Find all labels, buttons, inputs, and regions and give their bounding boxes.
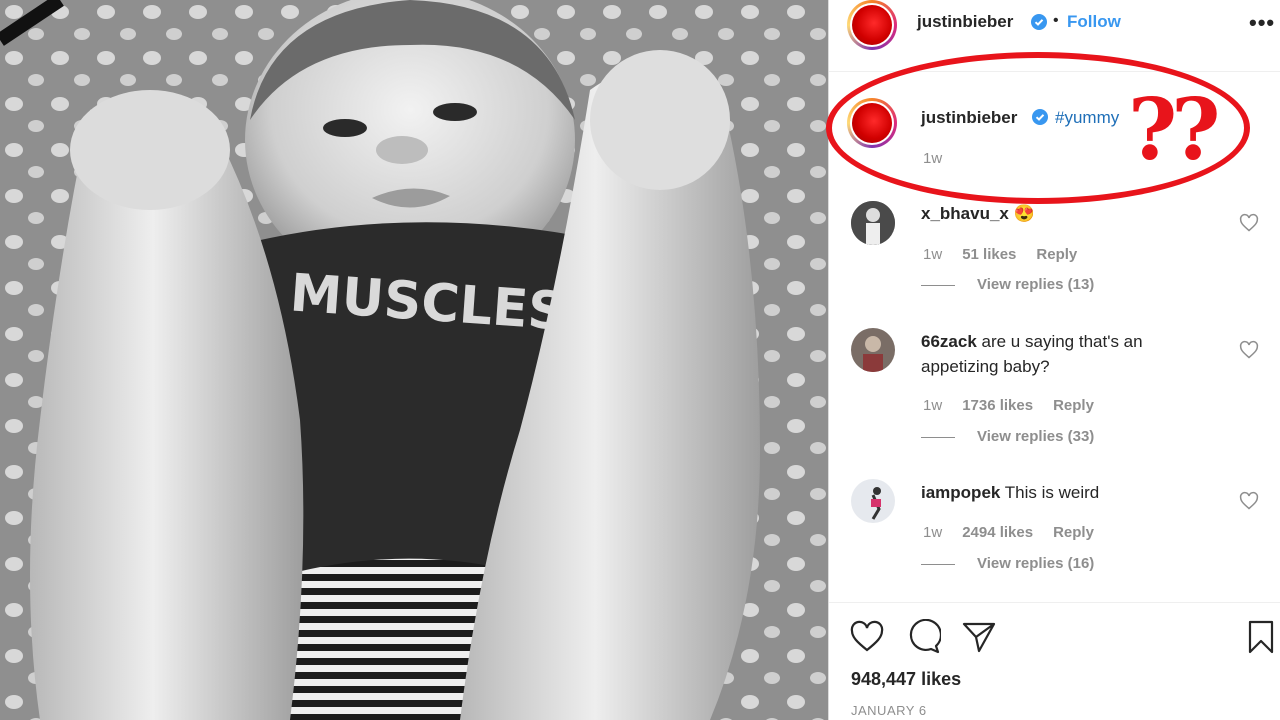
- post-header: justinbieber • Follow •••: [829, 0, 1280, 72]
- view-replies-button[interactable]: View replies (33): [921, 428, 1094, 445]
- view-replies-label: View replies (16): [977, 555, 1095, 572]
- comment-time: 1w: [923, 524, 943, 541]
- heart-icon[interactable]: [849, 619, 885, 655]
- baby-photo-illustration: MUSCLES: [0, 0, 828, 720]
- divider-line: [921, 284, 955, 286]
- reply-button[interactable]: Reply: [1036, 246, 1077, 263]
- share-icon[interactable]: [961, 619, 997, 655]
- reply-button[interactable]: Reply: [1053, 524, 1094, 541]
- commenter-avatar[interactable]: [851, 479, 895, 523]
- post-date: JANUARY 6: [851, 703, 927, 718]
- comment-time: 1w: [923, 246, 943, 263]
- more-icon[interactable]: •••: [1249, 10, 1275, 36]
- comment-meta: 1w 2494 likes Reply: [923, 524, 1094, 541]
- caption-hashtag[interactable]: #yummy: [1055, 108, 1119, 128]
- comment-username[interactable]: iampopek: [921, 483, 1000, 502]
- comment-likes[interactable]: 2494 likes: [962, 524, 1033, 541]
- divider-line: [921, 563, 955, 565]
- commenter-avatar[interactable]: [851, 201, 895, 245]
- separator-dot: •: [1053, 12, 1059, 29]
- comment-body: This is weird: [1004, 483, 1100, 502]
- comment-icon[interactable]: [905, 619, 941, 655]
- total-likes[interactable]: 948,447 likes: [851, 669, 961, 690]
- caption-avatar[interactable]: [847, 98, 897, 148]
- bookmark-icon[interactable]: [1243, 619, 1279, 655]
- view-replies-label: View replies (13): [977, 276, 1095, 293]
- comment-meta: 1w 1736 likes Reply: [923, 397, 1094, 414]
- caption-username[interactable]: justinbieber: [921, 108, 1017, 128]
- caption-time: 1w: [923, 150, 943, 167]
- verified-icon: [1031, 14, 1047, 30]
- comment-body: 😍: [1013, 204, 1035, 223]
- view-replies-button[interactable]: View replies (13): [921, 276, 1094, 293]
- divider-line: [921, 436, 955, 438]
- comment-likes[interactable]: 1736 likes: [962, 397, 1033, 414]
- view-replies-label: View replies (33): [977, 428, 1095, 445]
- comment-time: 1w: [923, 397, 943, 414]
- comment-meta: 1w 51 likes Reply: [923, 246, 1077, 263]
- post-actions-bar: 948,447 likes JANUARY 6: [829, 602, 1280, 720]
- comment-text: x_bhavu_x 😍: [921, 201, 1211, 226]
- comment-username[interactable]: x_bhavu_x: [921, 204, 1009, 223]
- comment-username[interactable]: 66zack: [921, 332, 977, 351]
- comment-text: iampopek This is weird: [921, 480, 1211, 505]
- heart-icon[interactable]: [1239, 213, 1259, 233]
- verified-icon: [1032, 109, 1048, 125]
- author-username[interactable]: justinbieber: [917, 12, 1013, 32]
- commenter-avatar[interactable]: [851, 328, 895, 372]
- comment-likes[interactable]: 51 likes: [962, 246, 1016, 263]
- heart-icon[interactable]: [1239, 340, 1259, 360]
- author-avatar[interactable]: [847, 0, 897, 50]
- follow-button[interactable]: Follow: [1067, 12, 1121, 32]
- comment-text: 66zack are u saying that's an appetizing…: [921, 329, 1211, 379]
- heart-icon[interactable]: [1239, 491, 1259, 511]
- post-photo: MUSCLES: [0, 0, 828, 720]
- question-marks-annotation: ??: [1128, 80, 1220, 179]
- reply-button[interactable]: Reply: [1053, 397, 1094, 414]
- view-replies-button[interactable]: View replies (16): [921, 555, 1094, 572]
